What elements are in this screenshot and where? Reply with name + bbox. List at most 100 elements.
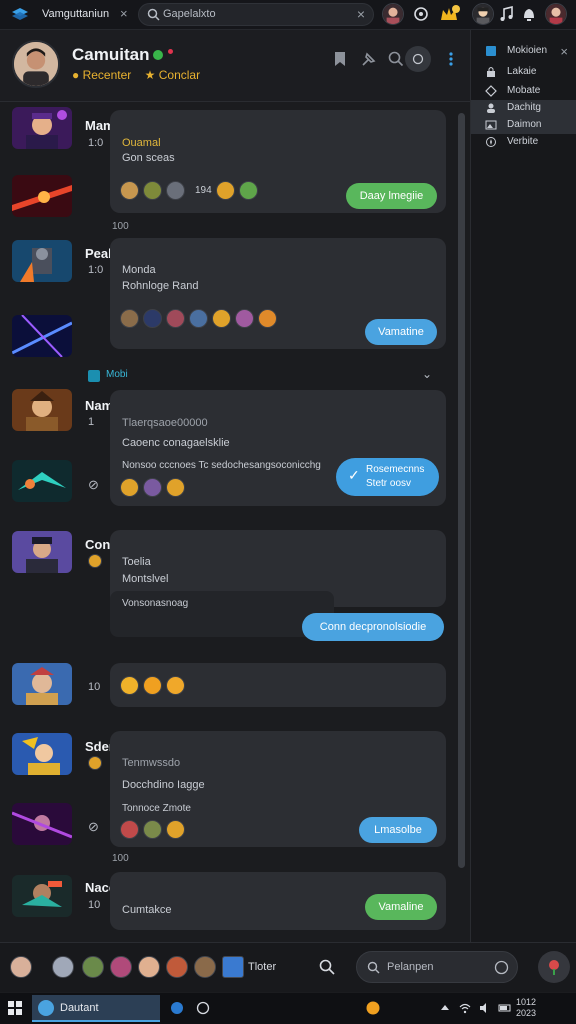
reaction-avatar-icon[interactable] [235,308,254,328]
chevron-down-icon[interactable]: ⌄ [422,367,432,381]
reaction-avatar-icon[interactable] [143,819,162,839]
compose-button[interactable] [538,951,570,983]
windows-start-icon[interactable] [8,1001,22,1015]
reaction-avatar-icon[interactable] [120,180,139,200]
notification-bell-icon[interactable] [518,3,540,25]
game-thumbnail[interactable] [12,460,72,502]
search-icon[interactable] [318,958,336,976]
smile-emoji-icon[interactable] [166,819,185,839]
confirm-button[interactable]: ✓ Rosemecnns Stetr oosv [336,458,439,496]
smile-emoji-icon[interactable] [212,308,231,328]
wifi-icon[interactable] [458,1001,472,1015]
contact-avatar-icon[interactable] [52,956,74,978]
reaction-avatar-icon[interactable] [120,819,139,839]
game-thumbnail[interactable] [12,663,72,705]
smile-app-icon[interactable] [366,1001,380,1015]
clear-url-icon[interactable]: × [357,6,365,22]
game-thumbnail[interactable] [12,875,72,917]
primary-action-button[interactable]: Vamatine [365,319,437,345]
user-avatar-icon[interactable] [382,3,404,25]
call-button[interactable] [405,46,431,72]
message-line: Nonsoo cccnoes Tc sedochesangsoconicchg [122,460,321,471]
smile-emoji-icon[interactable] [88,756,102,770]
message-card[interactable]: Cumtakce Vamaline [110,872,446,930]
smile-emoji-icon[interactable] [120,675,139,695]
primary-action-button[interactable]: Vamaline [365,894,437,920]
primary-action-button[interactable]: Lmasolbe [359,817,437,843]
emoji-message-card[interactable] [110,663,446,707]
game-thumbnail[interactable] [12,389,72,431]
taskbar-active-app[interactable]: Dautant [32,995,160,1022]
contact-avatar-icon[interactable] [194,956,216,978]
leaf-emoji-icon[interactable] [238,180,258,200]
primary-action-button[interactable]: Daay lmegiie [346,183,437,209]
game-thumbnail[interactable] [12,175,72,217]
reply-icon[interactable]: ⊘ [88,819,99,835]
volume-icon[interactable] [478,1001,492,1015]
friend-avatar-icon[interactable] [472,3,494,25]
reaction-avatar-icon[interactable] [189,308,208,328]
contact-avatar-icon[interactable] [166,956,188,978]
grin-emoji-icon[interactable] [166,675,185,695]
crown-icon[interactable] [438,3,460,25]
message-side-number: 10 [88,899,101,911]
game-thumbnail[interactable] [12,531,72,573]
smile-emoji-icon[interactable] [215,180,235,200]
emoji-picker-icon[interactable] [494,960,509,975]
message-card[interactable]: Monda Rohnloge Rand Vamatine [110,238,446,349]
panel-item-4[interactable]: Daimon [471,117,576,134]
reaction-avatar-icon[interactable] [258,308,277,328]
contact-avatar-icon[interactable] [82,956,104,978]
tray-arrow-icon[interactable] [438,1001,452,1015]
panel-item-0[interactable]: Mokioien [471,43,576,60]
search-icon[interactable] [387,50,405,68]
timer-icon[interactable] [196,1001,210,1015]
profile-avatar[interactable] [12,40,60,88]
reaction-avatar-icon[interactable] [143,477,162,497]
reaction-avatar-icon[interactable] [143,180,162,200]
game-thumbnail[interactable] [12,240,72,282]
panel-item-3[interactable]: Dachitg [471,100,576,117]
pin-icon[interactable] [360,50,378,68]
reply-preview[interactable]: Vonsonasnoag [110,591,334,637]
account-avatar-icon[interactable] [545,3,567,25]
contact-avatar-icon[interactable] [138,956,160,978]
close-icon[interactable]: × [120,6,128,21]
feed-scrollbar[interactable] [458,113,465,868]
url-bar[interactable]: Gapelalxto × [138,3,374,26]
music-icon[interactable] [496,3,518,25]
reaction-avatar-icon[interactable] [143,308,162,328]
more-vertical-icon[interactable] [442,50,460,68]
app-logo-icon[interactable] [10,6,30,23]
edge-browser-icon[interactable] [170,1001,184,1015]
tab-title[interactable]: Vamguttaniun [42,8,109,20]
message-card[interactable]: Ouamal Gon sceas 194 Daay lmegiie [110,110,446,213]
tray-clock[interactable]: 1012 2023 [516,997,536,1019]
panel-item-2[interactable]: Mobate [471,83,576,100]
laugh-emoji-icon[interactable] [143,675,162,695]
reply-icon[interactable]: ⊘ [88,477,99,493]
game-thumbnail[interactable] [12,803,72,845]
dock-search-input[interactable]: Pelanpen [356,951,518,983]
battery-icon[interactable] [498,1001,512,1015]
smile-emoji-icon[interactable] [88,554,102,568]
profile-name: Camuitan [72,45,150,64]
reaction-avatar-icon[interactable] [166,308,185,328]
contact-avatar-icon[interactable] [10,956,32,978]
smile-emoji-icon[interactable] [166,477,185,497]
panel-item-5[interactable]: Verbite [471,134,576,151]
game-thumbnail[interactable] [12,315,72,357]
message-feed[interactable]: Mamniie lameagan 1:0 Ouamal Gon sceas 19… [0,103,470,941]
message-card[interactable]: Tenmwssdo Docchdino Iagge Tonnoce Zmote … [110,731,446,847]
bookmark-icon[interactable] [331,50,349,68]
reaction-avatar-icon[interactable] [120,308,139,328]
reaction-avatar-icon[interactable] [166,180,185,200]
outgoing-message-bubble[interactable]: Conn decpronolsiodie [302,613,444,641]
game-thumbnail[interactable] [12,733,72,775]
refresh-icon[interactable] [410,3,432,25]
app-icon[interactable] [222,956,244,978]
game-thumbnail[interactable] [12,107,72,149]
panel-item-1[interactable]: Lakaie [471,64,576,81]
smile-emoji-icon[interactable] [120,477,139,497]
contact-avatar-icon[interactable] [110,956,132,978]
